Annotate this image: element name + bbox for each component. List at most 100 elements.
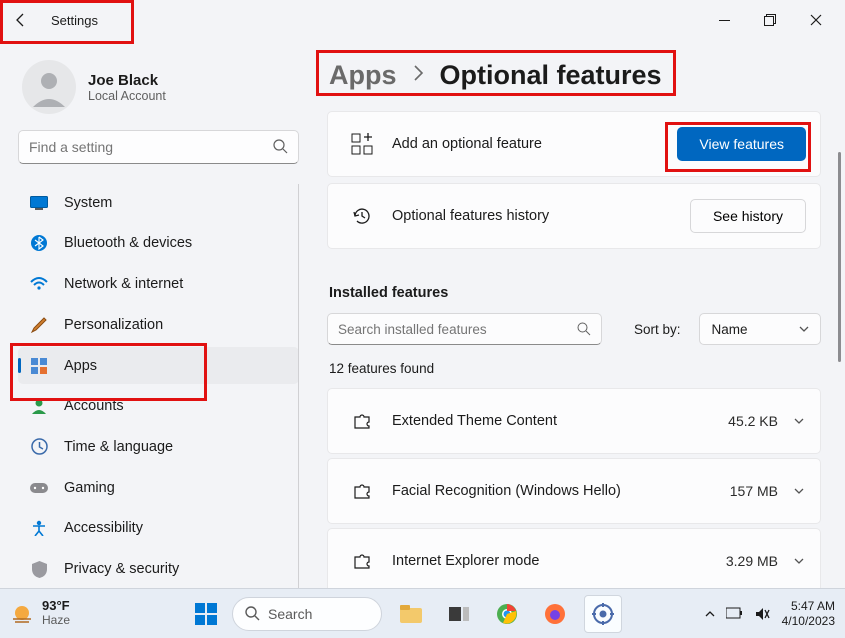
sidebar-item-label: Bluetooth & devices	[64, 235, 192, 251]
chevron-right-icon	[413, 64, 424, 87]
person-icon	[30, 397, 48, 415]
monitor-icon	[30, 194, 48, 212]
chevron-down-icon	[798, 323, 810, 335]
weather-icon	[10, 601, 34, 625]
feature-label: Extended Theme Content	[378, 413, 728, 429]
sort-label: Sort by:	[634, 322, 681, 337]
chevron-down-icon	[792, 414, 806, 428]
sidebar-item-time-language[interactable]: Time & language	[18, 428, 299, 466]
volume-icon[interactable]	[754, 606, 770, 622]
taskbar-temp: 93°F	[42, 599, 70, 614]
puzzle-icon	[346, 481, 378, 501]
sidebar-item-label: Accessibility	[64, 520, 143, 536]
add-grid-icon	[346, 133, 378, 155]
sidebar-item-system[interactable]: System	[18, 184, 299, 222]
search-icon	[245, 606, 260, 621]
taskbar-search[interactable]: Search	[232, 597, 382, 631]
minimize-button[interactable]	[701, 4, 747, 36]
apps-icon	[30, 357, 48, 375]
sidebar-item-accounts[interactable]: Accounts	[18, 387, 299, 425]
sidebar-item-apps[interactable]: Apps	[18, 347, 299, 385]
bluetooth-icon	[30, 234, 48, 252]
sidebar-item-accessibility[interactable]: Accessibility	[18, 510, 299, 548]
feature-search[interactable]	[327, 313, 602, 345]
sidebar-item-network[interactable]: Network & internet	[18, 265, 299, 303]
taskbar-app-settings[interactable]	[584, 595, 622, 633]
account-type: Local Account	[88, 89, 166, 103]
battery-network-icon[interactable]	[726, 606, 744, 622]
taskbar-time: 5:47 AM	[782, 599, 835, 613]
taskbar-weather[interactable]: 93°F Haze	[10, 599, 70, 628]
sidebar-item-gaming[interactable]: Gaming	[18, 469, 299, 507]
sidebar-item-label: Time & language	[64, 439, 173, 455]
folder-icon	[399, 604, 423, 624]
main-panel: Apps Optional features Add an optional f…	[307, 40, 845, 588]
settings-search-input[interactable]	[29, 139, 273, 155]
taskview-icon	[449, 604, 469, 624]
gamepad-icon	[30, 479, 48, 497]
sidebar-item-label: Network & internet	[64, 276, 183, 292]
sidebar-item-privacy[interactable]: Privacy & security	[18, 550, 299, 588]
breadcrumb: Apps Optional features	[327, 50, 821, 111]
sidebar-item-bluetooth[interactable]: Bluetooth & devices	[18, 225, 299, 263]
gear-icon	[592, 603, 614, 625]
maximize-icon	[764, 14, 776, 26]
sidebar-item-label: Personalization	[64, 317, 163, 333]
taskbar-app-chrome[interactable]	[488, 595, 526, 633]
search-icon	[273, 139, 288, 154]
add-feature-label: Add an optional feature	[378, 136, 677, 152]
feature-search-input[interactable]	[338, 322, 577, 337]
feature-label: Internet Explorer mode	[378, 553, 726, 569]
feature-size: 45.2 KB	[728, 413, 792, 429]
maximize-button[interactable]	[747, 4, 793, 36]
breadcrumb-current: Optional features	[440, 60, 662, 91]
account-section[interactable]: Joe Black Local Account	[18, 48, 299, 130]
windows-icon	[195, 603, 217, 625]
feature-count: 12 features found	[327, 355, 821, 388]
taskbar-date: 4/10/2023	[782, 614, 835, 628]
feature-row[interactable]: Internet Explorer mode 3.29 MB	[327, 528, 821, 588]
chevron-down-icon	[792, 484, 806, 498]
sidebar-item-label: Accounts	[64, 398, 124, 414]
sidebar: Joe Black Local Account System Bluetooth…	[0, 40, 307, 588]
person-icon	[29, 67, 69, 107]
paintbrush-icon	[30, 316, 48, 334]
wifi-icon	[30, 275, 48, 293]
shield-icon	[30, 560, 48, 578]
installed-heading: Installed features	[327, 255, 821, 313]
scrollbar[interactable]	[838, 152, 841, 362]
sidebar-item-personalization[interactable]: Personalization	[18, 306, 299, 344]
back-button[interactable]	[6, 5, 36, 35]
taskbar-clock[interactable]: 5:47 AM 4/10/2023	[776, 599, 835, 628]
sort-select[interactable]: Name	[699, 313, 821, 345]
breadcrumb-parent[interactable]: Apps	[329, 60, 397, 91]
chevron-down-icon	[792, 554, 806, 568]
taskbar-search-label: Search	[268, 606, 312, 622]
feature-row[interactable]: Facial Recognition (Windows Hello) 157 M…	[327, 458, 821, 524]
arrow-left-icon	[13, 12, 29, 28]
view-features-button[interactable]: View features	[677, 127, 806, 161]
sidebar-item-label: Apps	[64, 358, 97, 374]
chrome-icon	[496, 603, 518, 625]
feature-row[interactable]: Extended Theme Content 45.2 KB	[327, 388, 821, 454]
chevron-up-icon[interactable]	[704, 608, 716, 620]
close-icon	[810, 14, 822, 26]
close-button[interactable]	[793, 4, 839, 36]
taskbar-app-firefox[interactable]	[536, 595, 574, 633]
history-icon	[346, 205, 378, 227]
sort-value: Name	[712, 322, 748, 337]
taskbar-cond: Haze	[42, 614, 70, 628]
minimize-icon	[719, 15, 730, 26]
sidebar-item-label: Privacy & security	[64, 561, 179, 577]
settings-search[interactable]	[18, 130, 299, 164]
see-history-button[interactable]: See history	[690, 199, 806, 233]
taskbar: 93°F Haze Search 5:47 AM 4/10/2023	[0, 588, 845, 638]
feature-size: 157 MB	[730, 483, 792, 499]
taskbar-app-taskview[interactable]	[440, 595, 478, 633]
history-label: Optional features history	[378, 208, 690, 224]
sidebar-item-label: System	[64, 195, 112, 211]
search-icon	[577, 322, 591, 336]
start-button[interactable]	[190, 598, 222, 630]
taskbar-app-explorer[interactable]	[392, 595, 430, 633]
sidebar-item-label: Gaming	[64, 480, 115, 496]
